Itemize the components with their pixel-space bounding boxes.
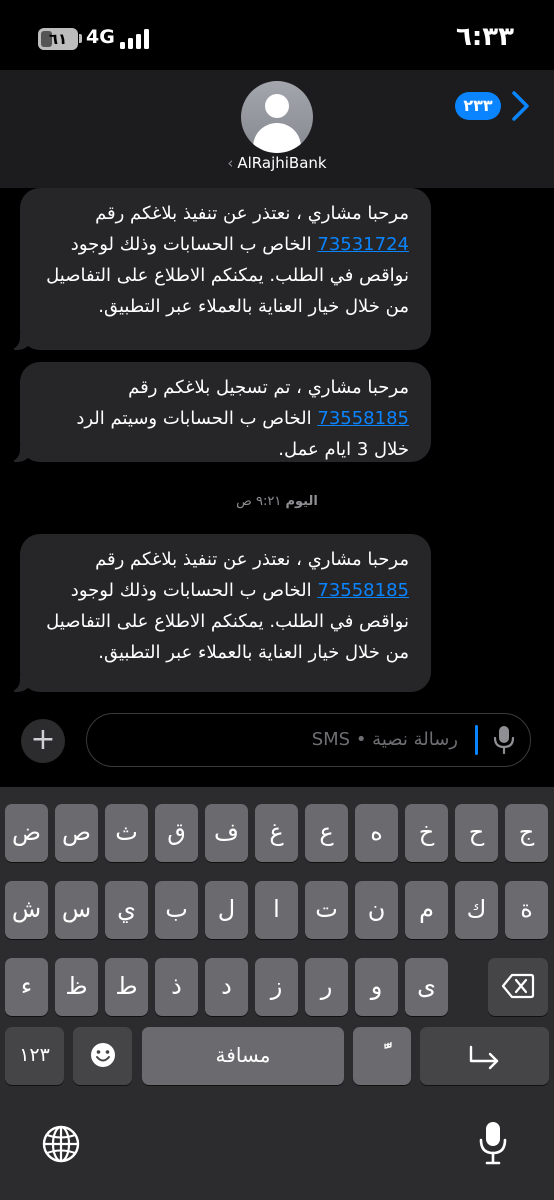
message-input[interactable]: رسالة نصية • SMS <box>86 713 531 767</box>
arabic-keyboard: ض ص ث ق ف غ ع ه خ ح ج ش س ي ب ل ا ت ن م … <box>0 787 554 1200</box>
report-number-link[interactable]: 73558185 <box>317 580 409 601</box>
battery-level: ٦١ <box>48 30 68 48</box>
key[interactable]: ح <box>455 804 498 862</box>
return-arrow-icon <box>469 1045 498 1070</box>
report-number-link[interactable]: 73558185 <box>317 408 409 429</box>
key[interactable]: ش <box>5 881 48 939</box>
key[interactable]: ل <box>205 881 248 939</box>
space-key[interactable]: مسافة <box>142 1027 344 1085</box>
key[interactable]: ر <box>305 958 348 1016</box>
message-bubble[interactable]: مرحبا مشاري ، نعتذر عن تنفيذ بلاغكم رقم … <box>6 534 431 692</box>
delete-backward-icon <box>501 973 535 999</box>
chevron-left-icon: ‹ <box>227 154 234 172</box>
key[interactable]: ع <box>305 804 348 862</box>
status-time: ٦:٣٣ <box>455 22 514 52</box>
key[interactable]: و <box>355 958 398 1016</box>
emoji-key[interactable] <box>73 1027 132 1085</box>
keyboard-dictation-icon[interactable] <box>478 1120 508 1166</box>
key[interactable]: ذ <box>155 958 198 1016</box>
key[interactable]: س <box>55 881 98 939</box>
key[interactable]: ت <box>305 881 348 939</box>
key[interactable]: ظ <box>55 958 98 1016</box>
message-text: مرحبا مشاري ، نعتذر عن تنفيذ بلاغكم رقم <box>95 203 409 224</box>
key[interactable]: ة <box>505 881 548 939</box>
add-attachment-button[interactable]: + <box>21 719 65 763</box>
key[interactable]: ء <box>5 958 48 1016</box>
timestamp-day: اليوم <box>285 494 318 509</box>
key[interactable]: ف <box>205 804 248 862</box>
return-key[interactable] <box>420 1027 549 1085</box>
key[interactable]: ى <box>405 958 448 1016</box>
key[interactable]: ب <box>155 881 198 939</box>
key[interactable]: ث <box>105 804 148 862</box>
key[interactable]: ج <box>505 804 548 862</box>
conversation-header: ‹ AlRajhiBank ٢٣٣ <box>0 70 554 188</box>
message-text: مرحبا مشاري ، تم تسجيل بلاغكم رقم <box>128 377 409 398</box>
key[interactable]: ه <box>355 804 398 862</box>
key[interactable]: م <box>405 881 448 939</box>
key[interactable]: ض <box>5 804 48 862</box>
key[interactable]: ط <box>105 958 148 1016</box>
message-input-placeholder: رسالة نصية • SMS <box>311 729 458 750</box>
text-cursor <box>475 725 478 755</box>
numbers-key[interactable]: ١٢٣ <box>5 1027 64 1085</box>
globe-icon[interactable] <box>41 1124 81 1164</box>
dictation-mic-icon[interactable] <box>492 725 516 755</box>
contact-name: AlRajhiBank <box>237 154 327 172</box>
message-bubble[interactable]: مرحبا مشاري ، تم تسجيل بلاغكم رقم 735581… <box>6 362 431 462</box>
status-bar: ٦١ 4G ٦:٣٣ <box>0 0 554 70</box>
delete-key[interactable] <box>488 958 548 1016</box>
chevron-right-icon[interactable] <box>508 90 532 122</box>
unread-count-badge[interactable]: ٢٣٣ <box>455 92 501 120</box>
message-timestamp: اليوم ٩:٢١ ص <box>0 494 554 509</box>
key[interactable]: د <box>205 958 248 1016</box>
contact-avatar[interactable] <box>241 81 313 153</box>
tanween-key[interactable]: ًّ <box>353 1027 411 1085</box>
message-text: مرحبا مشاري ، نعتذر عن تنفيذ بلاغكم رقم <box>95 549 409 570</box>
battery-tip <box>79 34 82 43</box>
network-type: 4G <box>86 26 115 48</box>
contact-name-button[interactable]: ‹ AlRajhiBank <box>0 154 554 172</box>
key[interactable]: غ <box>255 804 298 862</box>
battery-icon: ٦١ <box>38 28 78 50</box>
signal-icon <box>120 29 150 49</box>
key[interactable]: ك <box>455 881 498 939</box>
key[interactable]: ق <box>155 804 198 862</box>
report-number-link[interactable]: 73531724 <box>317 234 409 255</box>
key[interactable]: ي <box>105 881 148 939</box>
key[interactable]: ا <box>255 881 298 939</box>
timestamp-time: ٩:٢١ ص <box>236 494 282 509</box>
key[interactable]: ص <box>55 804 98 862</box>
key[interactable]: ن <box>355 881 398 939</box>
message-list[interactable]: مرحبا مشاري ، نعتذر عن تنفيذ بلاغكم رقم … <box>0 188 554 708</box>
message-bubble[interactable]: مرحبا مشاري ، نعتذر عن تنفيذ بلاغكم رقم … <box>6 188 431 350</box>
emoji-icon <box>90 1043 115 1067</box>
key[interactable]: خ <box>405 804 448 862</box>
key[interactable]: ز <box>255 958 298 1016</box>
